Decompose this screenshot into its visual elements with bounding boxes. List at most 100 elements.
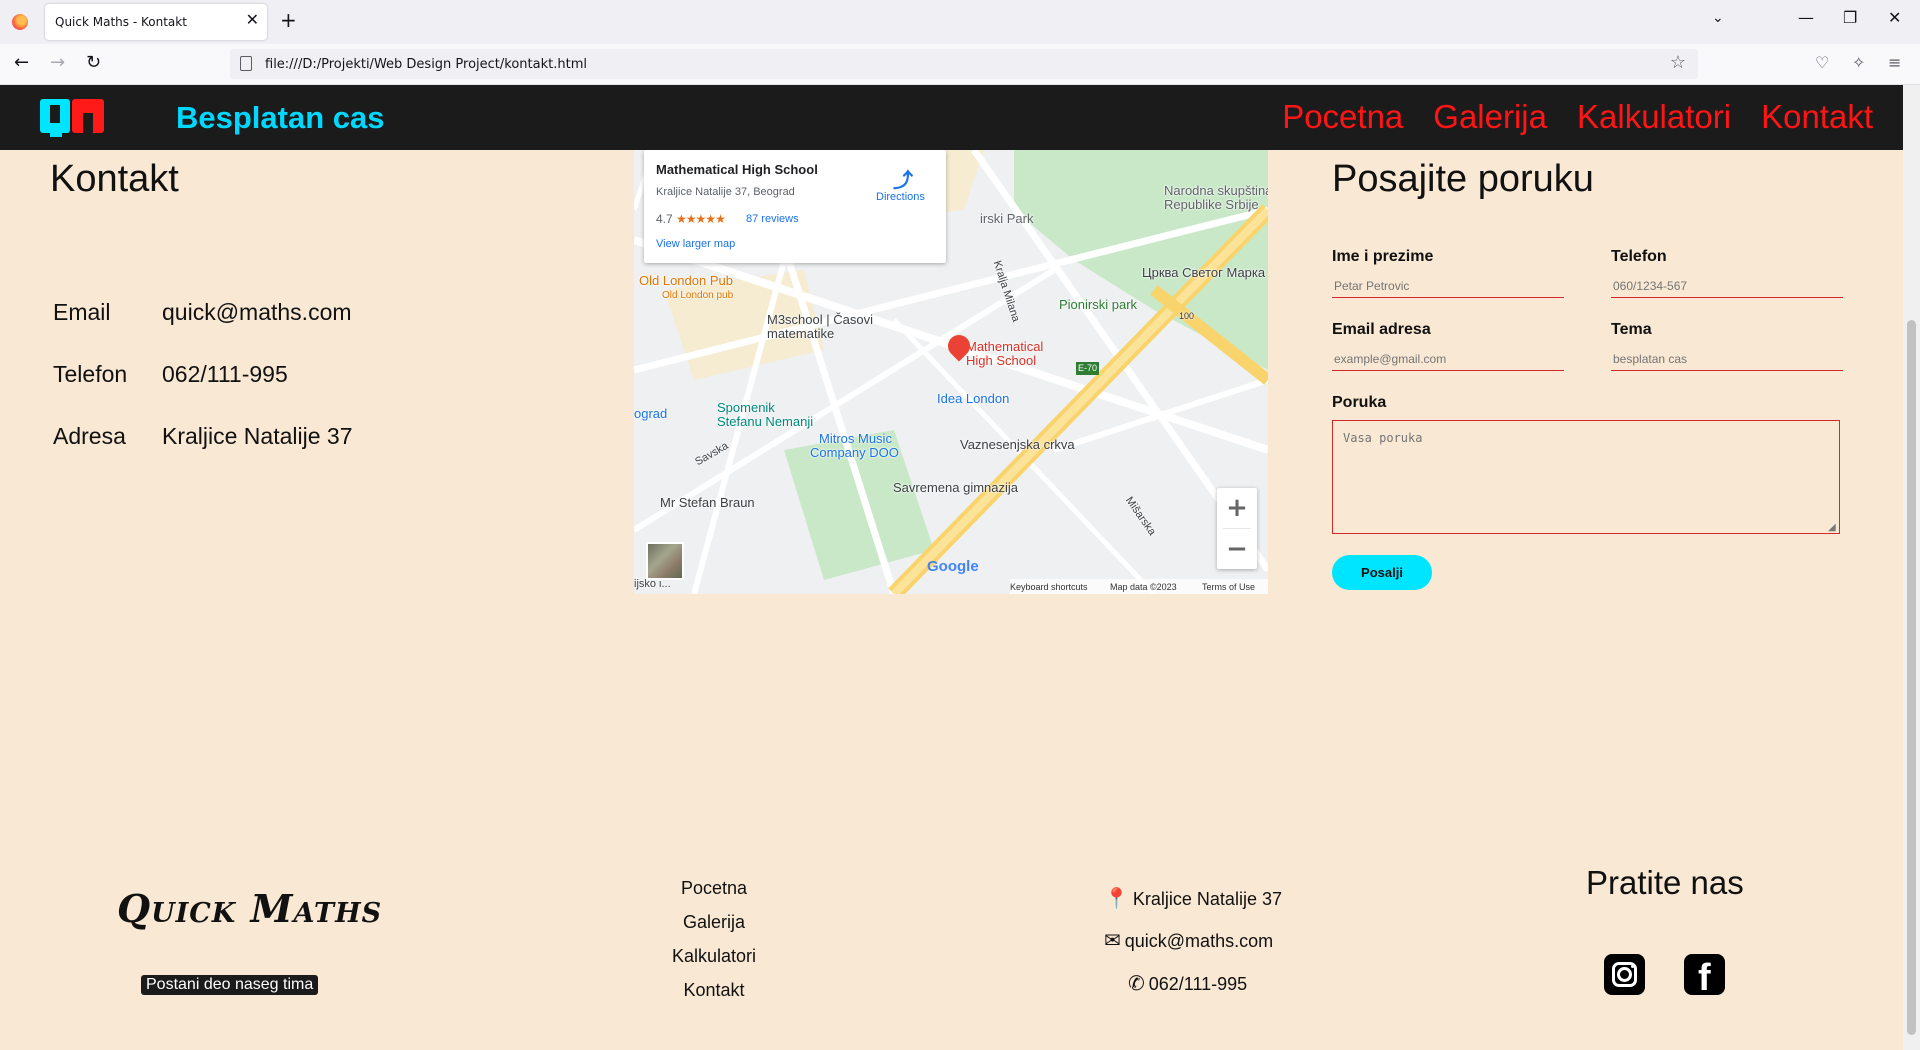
map-label-vaznesenjska: Vaznesenjska crkva — [960, 437, 1075, 452]
map-label-idea: Idea London — [937, 391, 1010, 406]
google-logo: Google — [927, 558, 979, 575]
scrollbar-thumb[interactable] — [1907, 320, 1916, 1035]
minimize-icon[interactable]: — — [1798, 8, 1814, 27]
browser-tab-bar: Quick Maths - Kontakt ✕ + ⌄ — ❐ ✕ — [0, 0, 1920, 44]
place-name: Mathematical High School — [656, 162, 818, 177]
phone-icon: ✆ — [1128, 971, 1145, 995]
nav-galerija[interactable]: Galerija — [1433, 98, 1547, 136]
footer-address: 📍 Kraljice Natalije 37 — [1104, 886, 1282, 910]
nav-kontakt[interactable]: Kontakt — [1761, 98, 1873, 136]
pocket-icon[interactable]: ♡ — [1815, 53, 1829, 72]
contact-address-row: Adresa Kraljice Natalije 37 — [53, 423, 352, 450]
forward-icon[interactable]: → — [50, 52, 65, 73]
footer-link-kontakt[interactable]: Kontakt — [614, 980, 814, 1001]
place-rating: 4.7 ★★★★★ — [656, 212, 726, 226]
map-label-spomenik-1: Spomenik — [717, 400, 775, 415]
place-address: Kraljice Natalije 37, Beograd — [656, 186, 795, 198]
zoom-out-button[interactable]: − — [1217, 529, 1257, 569]
contact-title: Kontakt — [50, 158, 179, 200]
map-data-text: Map data ©2023 — [1110, 582, 1177, 592]
contact-email-label: Email — [53, 299, 111, 325]
map-label-m3school-2: matematike — [767, 326, 835, 341]
contact-address-value: Kraljice Natalije 37 — [162, 423, 353, 449]
reviews-link[interactable]: 87 reviews — [746, 213, 799, 225]
footer-link-kalkulatori[interactable]: Kalkulatori — [614, 946, 814, 967]
page-icon — [240, 56, 252, 71]
map-label-mitros-2: Company DOO — [810, 445, 899, 460]
free-class-link[interactable]: Besplatan cas — [176, 100, 385, 136]
app-menu-icon[interactable]: ≡ — [1888, 53, 1901, 72]
map-label-mitros-1: Mitros Music — [819, 431, 892, 446]
envelope-icon: ✉ — [1104, 928, 1121, 952]
footer-phone: ✆ 062/111-995 — [1128, 971, 1247, 995]
restore-icon[interactable]: ❐ — [1843, 8, 1857, 27]
directions-icon[interactable]: ⤴ — [893, 164, 913, 193]
google-map[interactable]: Mathematical High School Kraljice Natali… — [634, 150, 1268, 594]
footer-logo: Quick Maths — [117, 886, 383, 931]
map-label-m3school-1: M3school | Časovi — [767, 312, 873, 327]
name-input[interactable] — [1332, 274, 1564, 298]
nav-pocetna[interactable]: Pocetna — [1282, 98, 1403, 136]
nav-kalkulatori[interactable]: Kalkulatori — [1577, 98, 1731, 136]
message-textarea[interactable] — [1332, 420, 1840, 534]
tab-close-icon[interactable]: ✕ — [246, 10, 259, 29]
terms-link[interactable]: Terms of Use — [1202, 582, 1255, 592]
browser-tab[interactable]: Quick Maths - Kontakt ✕ — [45, 4, 267, 40]
map-label-old-london-sub: Old London pub — [662, 290, 734, 301]
footer-phone-text: 062/111-995 — [1148, 974, 1248, 994]
send-button[interactable]: Posalji — [1332, 555, 1432, 590]
email-input[interactable] — [1332, 347, 1564, 371]
browser-nav-bar: ← → ↻ file:///D:/Projekti/Web Design Pro… — [0, 44, 1920, 85]
extensions-icon[interactable]: ✧ — [1852, 53, 1865, 72]
qm-logo-icon[interactable] — [40, 99, 104, 137]
url-bar[interactable]: file:///D:/Projekti/Web Design Project/k… — [230, 49, 1698, 79]
contact-phone-row: Telefon 062/111-995 — [53, 361, 288, 388]
facebook-icon[interactable]: f — [1684, 954, 1725, 999]
join-team-button[interactable]: Postani deo naseg tima — [141, 975, 319, 995]
zoom-in-button[interactable]: + — [1217, 488, 1257, 528]
firefox-icon — [12, 14, 28, 30]
new-tab-icon[interactable]: + — [280, 8, 297, 32]
map-label-road-100: 100 — [1179, 311, 1195, 321]
map-label-crkva: Црква Светог Марка — [1142, 265, 1266, 280]
rating-stars-icon: ★★★★★ — [676, 212, 726, 226]
follow-us-title: Pratite nas — [1586, 864, 1744, 901]
rating-value: 4.7 — [656, 212, 673, 226]
list-tabs-icon[interactable]: ⌄ — [1712, 10, 1724, 26]
message-label: Poruka — [1332, 394, 1387, 411]
bookmark-star-icon[interactable]: ☆ — [1670, 52, 1686, 73]
keyboard-shortcuts-link[interactable]: Keyboard shortcuts — [1010, 582, 1088, 592]
contact-email-value: quick@maths.com — [162, 299, 352, 325]
map-label-mhs-2: High School — [966, 353, 1037, 368]
tab-title: Quick Maths - Kontakt — [55, 15, 187, 29]
footer-email: ✉ quick@maths.com — [1104, 928, 1273, 952]
site-header: Besplatan cas Pocetna Galerija Kalkulato… — [0, 85, 1903, 150]
contact-email-row: Email quick@maths.com — [53, 299, 352, 326]
map-label-old-london: Old London Pub — [639, 273, 733, 288]
map-label-braun: Mr Stefan Braun — [660, 495, 755, 510]
main-nav: Pocetna Galerija Kalkulatori Kontakt — [1282, 98, 1873, 136]
instagram-icon[interactable] — [1604, 954, 1645, 995]
footer-address-text: Kraljice Natalije 37 — [1132, 889, 1282, 909]
map-label-narodna: Narodna skupština — [1164, 183, 1268, 198]
directions-link[interactable]: Directions — [876, 191, 925, 203]
window-close-icon[interactable]: ✕ — [1888, 8, 1901, 27]
phone-input[interactable] — [1611, 274, 1843, 298]
reload-icon[interactable]: ↻ — [86, 52, 101, 73]
footer-link-pocetna[interactable]: Pocetna — [614, 878, 814, 899]
satellite-toggle-icon[interactable] — [646, 542, 684, 580]
resize-handle-icon[interactable]: ◢ — [1828, 522, 1836, 533]
topic-input[interactable] — [1611, 347, 1843, 371]
map-label-park: irski Park — [980, 211, 1034, 226]
map-label-mhs-1: Mathematical — [966, 339, 1044, 354]
view-larger-map-link[interactable]: View larger map — [656, 238, 735, 250]
back-icon[interactable]: ← — [14, 52, 29, 73]
name-label: Ime i prezime — [1332, 248, 1434, 265]
contact-address-label: Adresa — [53, 423, 126, 449]
footer-link-galerija[interactable]: Galerija — [614, 912, 814, 933]
phone-label: Telefon — [1611, 248, 1667, 265]
map-pin-icon: 📍 — [1104, 886, 1129, 910]
url-text[interactable]: file:///D:/Projekti/Web Design Project/k… — [265, 57, 587, 72]
map-label-pionirski: Pionirski park — [1059, 297, 1138, 312]
footer-email-text[interactable]: quick@maths.com — [1125, 931, 1273, 951]
